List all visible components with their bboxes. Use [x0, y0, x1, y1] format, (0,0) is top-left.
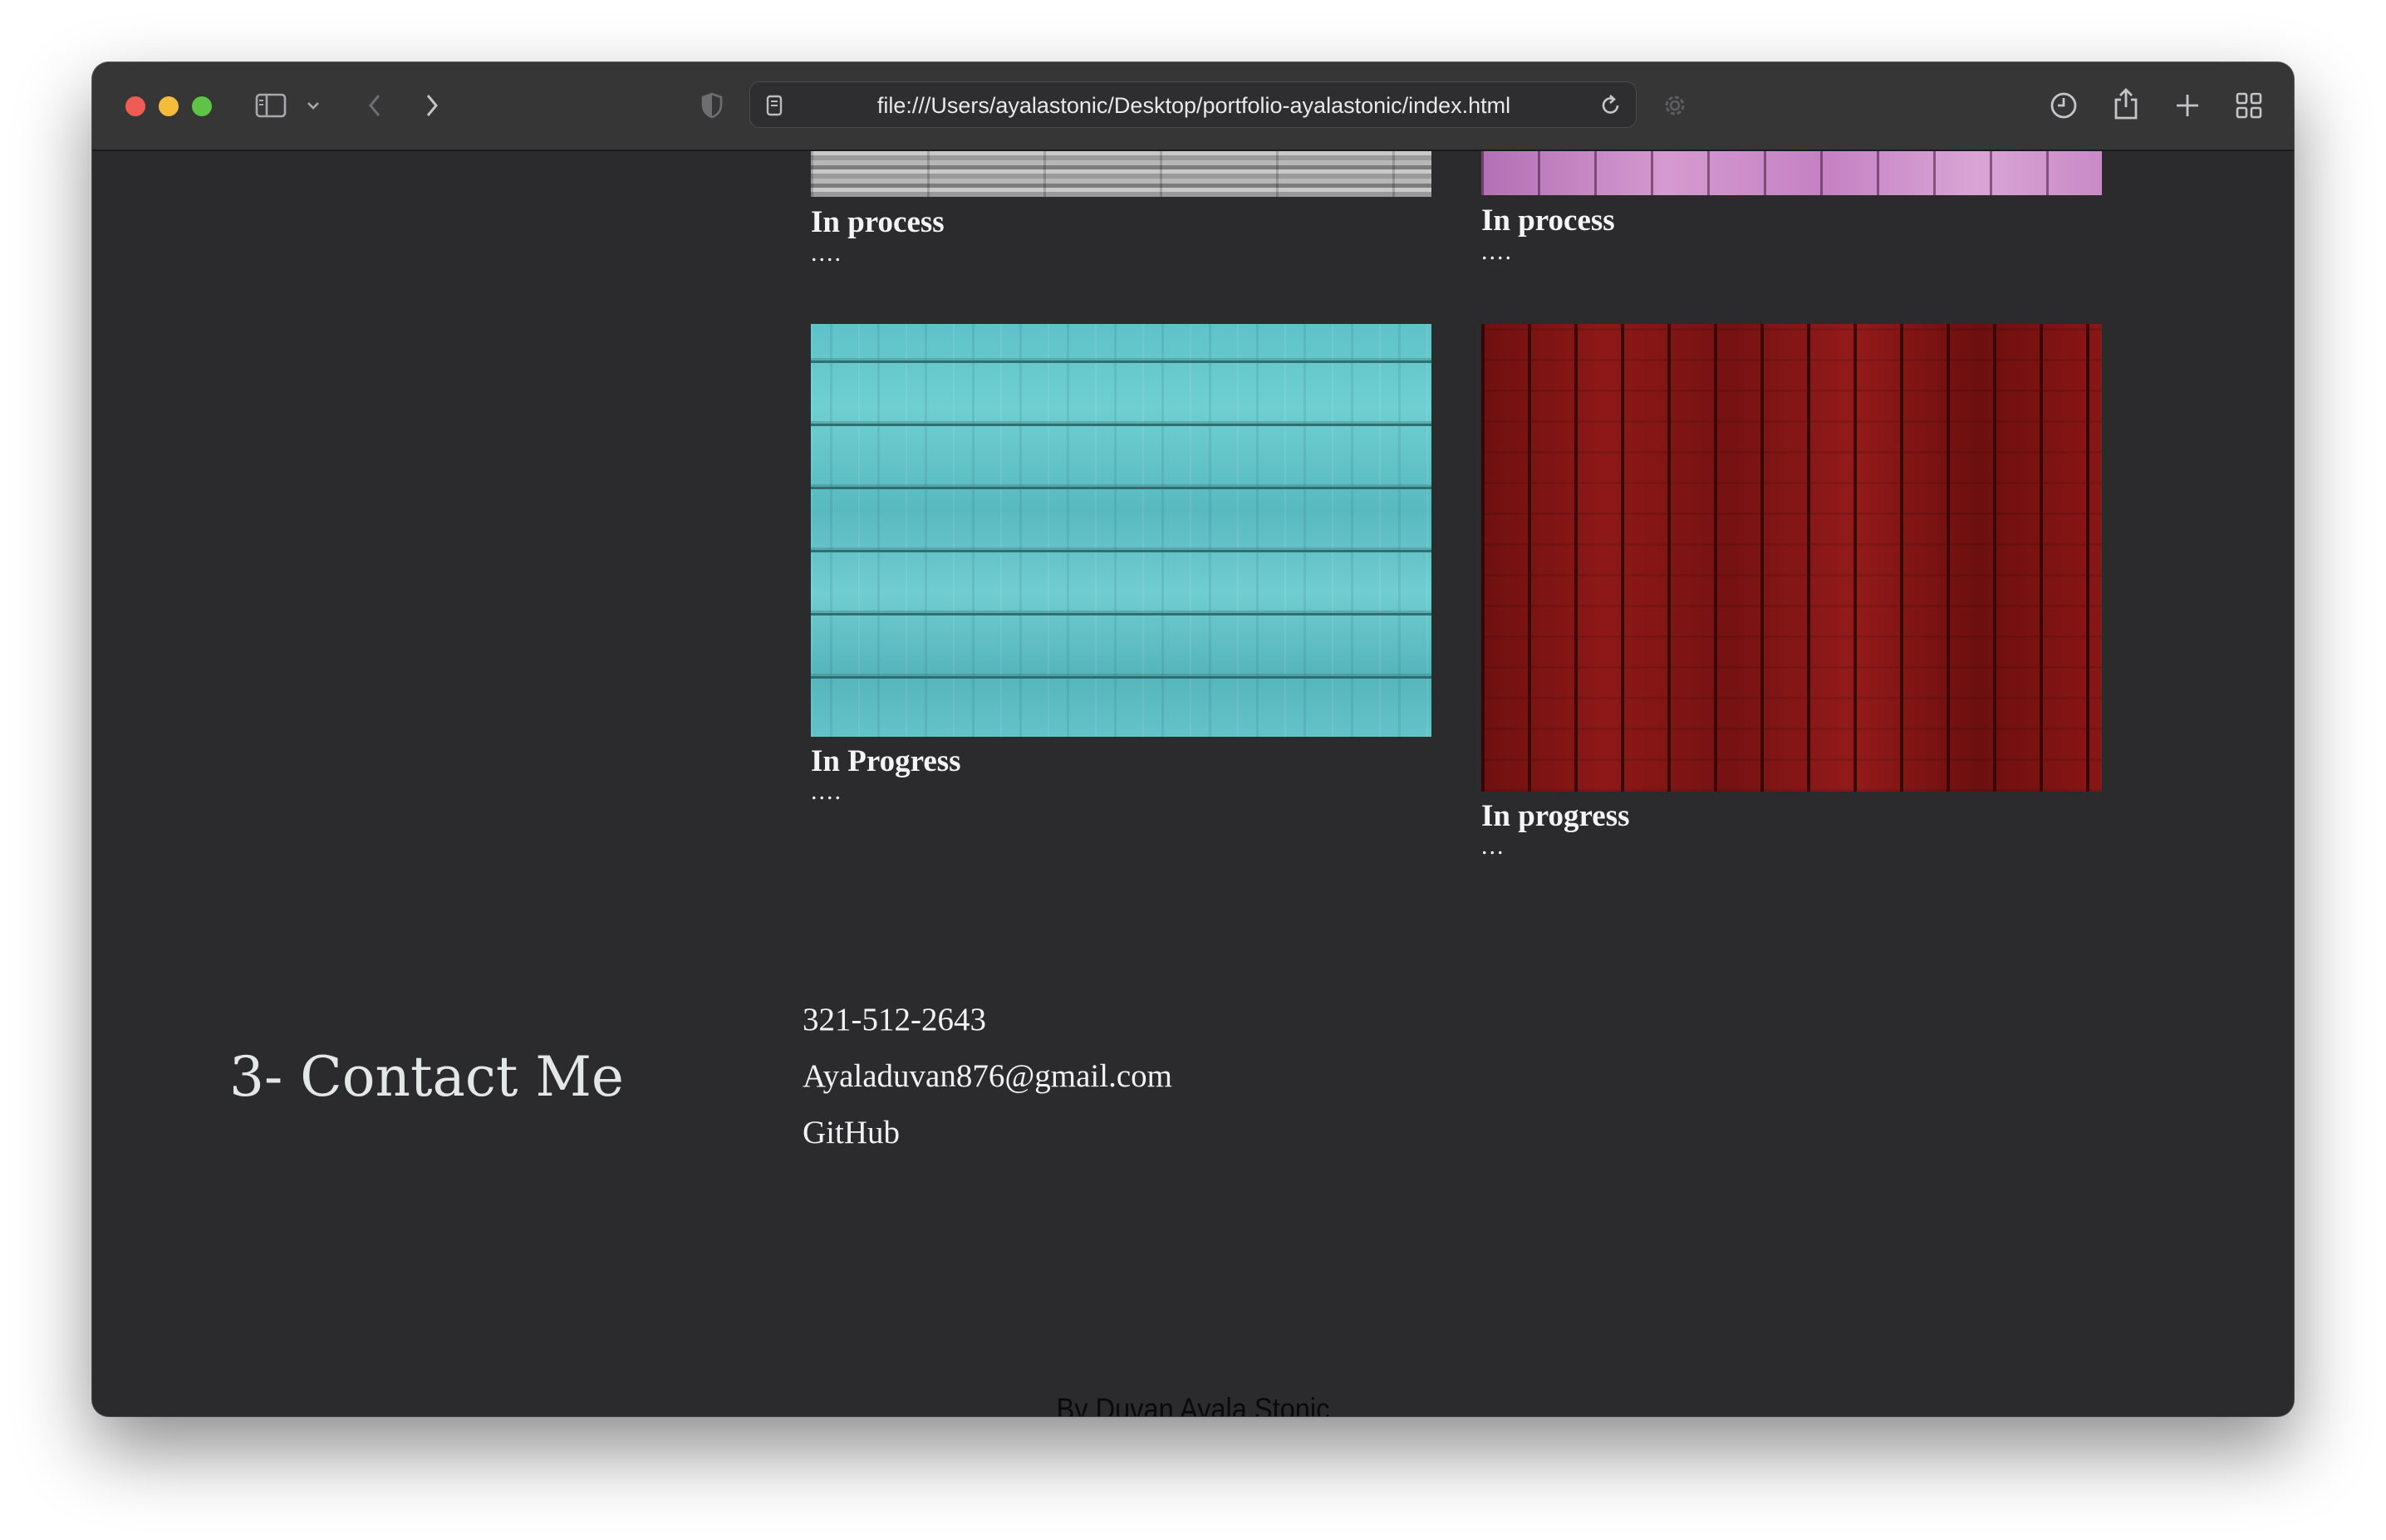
- privacy-shield-icon[interactable]: [696, 90, 728, 121]
- page-content: In process .... In process .... In Progr…: [92, 151, 2294, 1416]
- project-image-red-wood[interactable]: [1481, 324, 2102, 792]
- project-image-pink-wood[interactable]: [1481, 151, 2102, 195]
- project-description: ...: [1481, 832, 1505, 860]
- chevron-down-icon[interactable]: [303, 96, 323, 115]
- project-description: ....: [811, 239, 842, 267]
- gear-icon[interactable]: [1658, 89, 1691, 122]
- browser-window: file:///Users/ayalastonic/Desktop/portfo…: [92, 62, 2294, 1416]
- footer-credit: By Duvan Ayala Stonic: [1056, 1392, 1330, 1416]
- history-clock-icon[interactable]: [2047, 89, 2080, 122]
- share-icon[interactable]: [2109, 86, 2143, 122]
- project-title: In process: [811, 205, 945, 239]
- github-link[interactable]: GitHub: [803, 1114, 900, 1151]
- minimize-window-button[interactable]: [159, 96, 179, 116]
- contact-phone[interactable]: 321-512-2643: [803, 1001, 986, 1038]
- project-title: In Progress: [811, 744, 961, 778]
- maximize-window-button[interactable]: [192, 96, 212, 116]
- sidebar-toggle-icon[interactable]: [253, 87, 289, 124]
- reload-icon[interactable]: [1598, 92, 1624, 119]
- contact-email-link[interactable]: Ayaladuvan876@gmail.com: [803, 1057, 1172, 1095]
- address-bar[interactable]: file:///Users/ayalastonic/Desktop/portfo…: [749, 81, 1637, 128]
- back-arrow-icon[interactable]: [358, 89, 391, 122]
- new-tab-plus-icon[interactable]: [2171, 89, 2204, 122]
- url-text[interactable]: file:///Users/ayalastonic/Desktop/portfo…: [750, 82, 1637, 129]
- project-description: ....: [1481, 238, 1513, 265]
- project-description: ....: [811, 777, 842, 805]
- contact-section-heading: 3- Contact Me: [229, 1045, 624, 1109]
- browser-toolbar: file:///Users/ayalastonic/Desktop/portfo…: [92, 62, 2294, 151]
- tab-overview-grid-icon[interactable]: [2232, 89, 2266, 122]
- project-image-turquoise-wood[interactable]: [811, 324, 1431, 737]
- project-title: In process: [1481, 204, 1615, 238]
- forward-arrow-icon[interactable]: [415, 89, 449, 122]
- project-title: In progress: [1481, 799, 1630, 833]
- close-window-button[interactable]: [125, 96, 145, 116]
- project-image-gray-wood[interactable]: [811, 151, 1431, 197]
